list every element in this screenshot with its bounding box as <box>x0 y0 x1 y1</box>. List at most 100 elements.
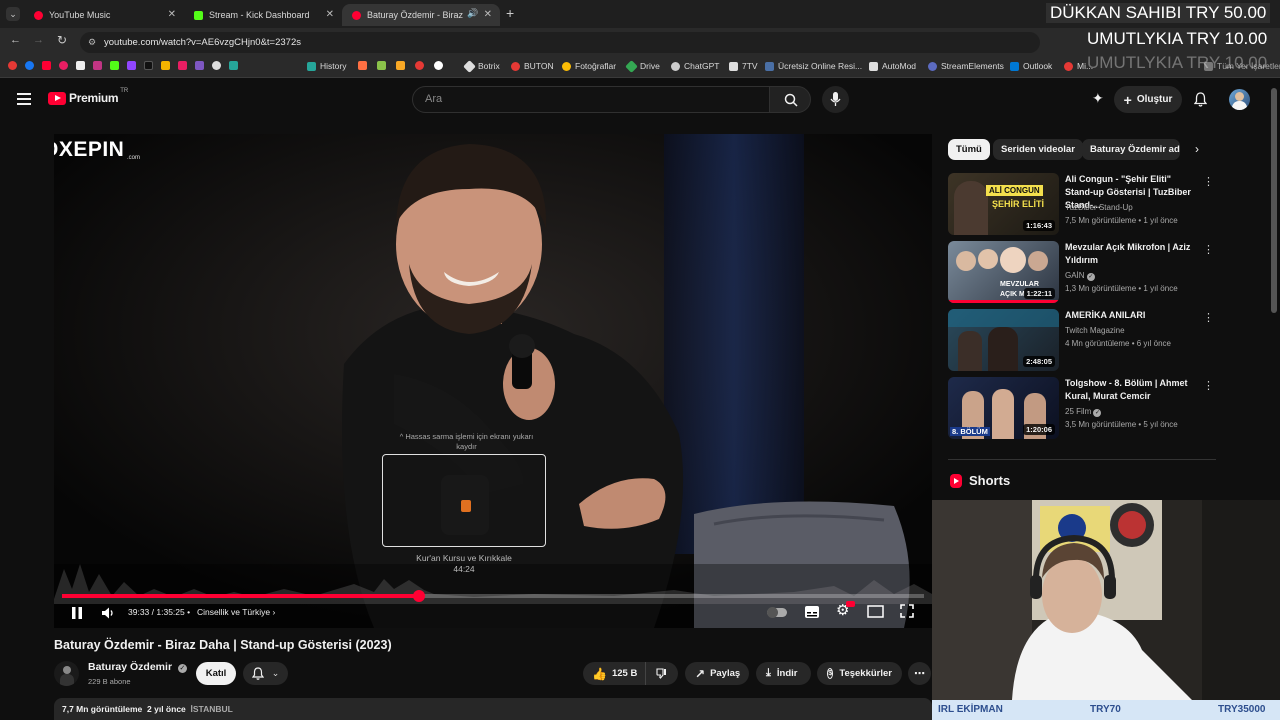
channel-name[interactable]: Baturay Özdemir ✓ <box>88 661 187 673</box>
autoplay-toggle[interactable] <box>767 607 787 618</box>
bookmark-outlook[interactable]: Outlook <box>1010 61 1052 71</box>
chip-channel[interactable]: Baturay Özdemir adlı <box>1082 139 1180 160</box>
search-button[interactable] <box>769 86 811 113</box>
shorts-icon <box>950 473 962 488</box>
new-tab-icon[interactable]: + <box>506 5 514 21</box>
close-icon[interactable]: ✕ <box>484 9 492 20</box>
more-vert-icon[interactable]: ⋮ <box>1203 243 1214 256</box>
bookmark-history[interactable]: History <box>307 61 346 71</box>
address-bar[interactable]: ⚙ youtube.com/watch?v=AE6vzgCHjn0&t=2372… <box>80 32 1040 53</box>
bookmark-buton[interactable]: BUTON <box>511 61 554 71</box>
bookmark-icon[interactable] <box>212 61 221 70</box>
back-icon[interactable]: ← <box>10 34 21 46</box>
x-icon[interactable] <box>76 61 85 70</box>
youtube-play-icon <box>48 91 66 105</box>
captions-icon[interactable] <box>804 605 820 619</box>
pause-icon[interactable] <box>70 606 84 620</box>
notifications-icon[interactable] <box>1194 92 1207 107</box>
search-input[interactable]: Ara <box>412 86 770 113</box>
tab-youtube-video[interactable]: Baturay Özdemir - Biraz Da 🔊 ✕ <box>342 4 500 26</box>
reload-icon[interactable]: ↻ <box>57 33 67 47</box>
more-vert-icon[interactable]: ⋮ <box>1203 175 1214 188</box>
page-scrollbar[interactable] <box>1271 88 1277 313</box>
chip-series[interactable]: Seriden videolar <box>993 139 1083 160</box>
channel-avatar[interactable] <box>54 661 79 686</box>
bookmark-resim[interactable]: Ücretsiz Online Resi... <box>765 61 862 71</box>
youtube-logo[interactable]: Premium TR <box>48 88 128 105</box>
recommendation-item[interactable]: MEVZULAR AÇIK M 1:22:11 Mevzular Açık Mi… <box>948 241 1228 303</box>
theater-mode-icon[interactable] <box>867 605 884 618</box>
tiktok-icon[interactable] <box>144 61 153 70</box>
bookmark-icon[interactable] <box>161 61 170 70</box>
thanks-button[interactable]: $ Teşekkürler <box>817 662 902 685</box>
footer-price: TRY70 <box>1090 704 1121 715</box>
bookmark-icon[interactable] <box>415 61 424 70</box>
youtube-icon[interactable] <box>42 61 51 70</box>
avatar[interactable] <box>1229 89 1250 110</box>
bookmark-drive[interactable]: Drive <box>625 59 660 73</box>
youtube-music-icon <box>34 10 43 20</box>
twitch-icon[interactable] <box>127 61 136 70</box>
settings-button[interactable]: ⚙ <box>836 601 855 620</box>
bookmark-chatgpt[interactable]: ChatGPT <box>671 61 719 71</box>
instagram-icon[interactable] <box>93 61 102 70</box>
duration-badge: 1:22:11 <box>1023 288 1055 299</box>
subscriber-count: 229 B abone <box>88 677 131 686</box>
create-button[interactable]: + Oluştur <box>1114 86 1182 113</box>
video-player[interactable]: ⚡FOXEPIN .com ^ Hassas sarma işlemi için… <box>54 134 932 628</box>
more-vert-icon[interactable]: ⋮ <box>1203 379 1214 392</box>
bookmark-7tv[interactable]: 7TV <box>729 61 758 71</box>
bookmark-icon[interactable] <box>8 61 17 70</box>
thumbs-down-icon <box>656 668 666 679</box>
voice-search-button[interactable] <box>822 86 849 113</box>
recommendation-meta: 3,5 Mn görüntüleme • 5 yıl önce <box>1065 420 1178 429</box>
description-box[interactable]: 7,7 Mn görüntüleme 2 yıl önce İSTANBUL <box>54 698 932 720</box>
tab-kick-dashboard[interactable]: Stream - Kick Dashboard ✕ <box>184 4 342 26</box>
cast-icon[interactable]: ✦ <box>1092 90 1104 107</box>
join-button[interactable]: Katıl <box>196 662 236 685</box>
bookmark-photos[interactable]: Fotoğraflar <box>562 61 616 71</box>
facebook-icon[interactable] <box>25 61 34 70</box>
like-button[interactable]: 👍 125 B <box>583 662 645 685</box>
bookmark-icon[interactable] <box>396 61 405 70</box>
bookmark-icon[interactable] <box>229 61 238 70</box>
close-icon[interactable]: ✕ <box>326 9 334 20</box>
bookmark-icon[interactable] <box>178 61 187 70</box>
chevron-right-icon[interactable]: › <box>1195 142 1199 156</box>
footer-goal: TRY35000 <box>1218 704 1266 715</box>
download-button[interactable]: ⤓ İndir <box>756 662 811 685</box>
menu-icon[interactable] <box>17 93 31 105</box>
kick-icon[interactable] <box>110 61 119 70</box>
site-info-icon[interactable]: ⚙ <box>88 32 96 53</box>
more-actions-button[interactable]: ⋯ <box>908 662 931 685</box>
tab-list-icon[interactable]: ⌄ <box>6 7 20 21</box>
tab-youtube-music[interactable]: YouTube Music ✕ <box>24 4 184 26</box>
volume-icon[interactable] <box>101 606 116 620</box>
share-button[interactable]: ↗ Paylaş <box>685 662 749 685</box>
more-vert-icon[interactable]: ⋮ <box>1203 311 1214 324</box>
chapter-button[interactable]: Cinsellik ve Türkiye › <box>197 607 275 617</box>
chip-all[interactable]: Tümü <box>948 139 990 160</box>
bookmark-automod[interactable]: AutoMod <box>869 61 916 71</box>
speaker-icon[interactable]: 🔊 <box>467 8 478 19</box>
bookmark-icon[interactable] <box>195 61 204 70</box>
recommendation-item[interactable]: 8. BÖLÜM 1:20:06 Tolgshow - 8. Bölüm | A… <box>948 377 1228 439</box>
progress-bar[interactable] <box>62 590 924 602</box>
close-icon[interactable]: ✕ <box>168 9 176 20</box>
subscription-bell-button[interactable]: ⌄ <box>243 662 288 685</box>
fullscreen-icon[interactable] <box>900 604 914 618</box>
music-icon[interactable] <box>59 61 68 70</box>
progress-handle[interactable] <box>412 590 425 602</box>
recommendation-item[interactable]: ALİ CONGUN ŞEHİR ELİTİ 1:16:43 Ali Congu… <box>948 173 1228 235</box>
bookmark-icon[interactable] <box>434 61 443 70</box>
bookmark-streamelements[interactable]: StreamElements <box>928 61 1004 71</box>
bookmark-icon[interactable] <box>377 61 386 70</box>
thumbnail-caption: 8. BÖLÜM <box>950 427 990 436</box>
dislike-button[interactable] <box>645 662 678 685</box>
bookmark-botrix[interactable]: Botrix <box>463 59 500 73</box>
bookmark-icon[interactable] <box>358 61 367 70</box>
recommendation-item[interactable]: 2:48:05 AMERİKA ANILARI Twitch Magazine … <box>948 309 1228 371</box>
automod-icon <box>869 61 878 71</box>
video-thumbnail: MEVZULAR AÇIK M 1:22:11 <box>948 241 1059 303</box>
forward-icon[interactable]: → <box>33 34 44 46</box>
